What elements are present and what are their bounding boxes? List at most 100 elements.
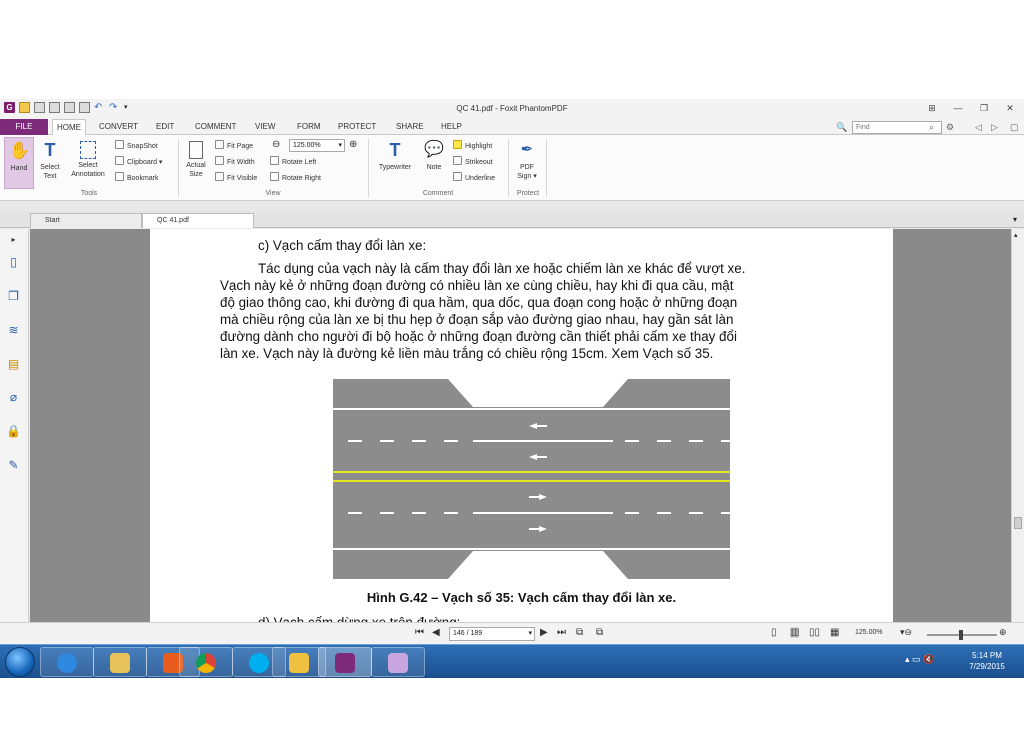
zoom-slider[interactable] bbox=[927, 630, 997, 640]
next-view-icon[interactable]: ⧉ bbox=[596, 627, 603, 638]
vertical-scrollbar[interactable]: ▴ bbox=[1011, 229, 1024, 622]
strikeout-button[interactable]: Strikeout bbox=[453, 156, 493, 168]
taskbar-explorer-button[interactable] bbox=[93, 647, 147, 677]
fit-visible-button[interactable]: Fit Visible bbox=[215, 172, 257, 184]
fit-width-icon bbox=[215, 156, 224, 165]
tab-list-dropdown-icon[interactable]: ▾ bbox=[1013, 215, 1017, 224]
zoom-level[interactable]: 125.00% bbox=[855, 629, 883, 636]
note-button[interactable]: 💬 Note bbox=[420, 137, 448, 172]
hand-button[interactable]: ✋ Hand bbox=[4, 137, 34, 189]
expand-panel-icon[interactable]: ▸ bbox=[6, 232, 21, 247]
tab-help[interactable]: HELP bbox=[441, 119, 462, 135]
tab-share[interactable]: SHARE bbox=[396, 119, 424, 135]
tray-icons[interactable]: ▴ ▭ 🔇 bbox=[905, 654, 934, 665]
previous-view-icon[interactable]: ⧉ bbox=[576, 627, 583, 638]
underline-button[interactable]: Underline bbox=[453, 172, 495, 184]
back-arrow-icon[interactable]: ◁ bbox=[975, 122, 982, 133]
system-clock[interactable]: 5:14 PM 7/29/2015 bbox=[962, 650, 1012, 672]
scroll-thumb[interactable] bbox=[1014, 517, 1022, 529]
ribbon-display-button[interactable]: ⊞ bbox=[922, 101, 942, 115]
comments-icon[interactable]: ▤ bbox=[6, 357, 21, 372]
select-annotation-icon bbox=[80, 141, 96, 159]
typewriter-button[interactable]: T Typewriter bbox=[373, 137, 417, 172]
first-page-icon[interactable]: ⏮ bbox=[415, 627, 424, 638]
scroll-up-icon[interactable]: ▴ bbox=[1014, 231, 1018, 239]
paragraph-line: làn xe. Vạch này là đường kẻ liền màu tr… bbox=[220, 346, 714, 361]
collapse-ribbon-icon[interactable]: ▢ bbox=[1010, 122, 1019, 133]
zoom-slider-thumb[interactable] bbox=[959, 630, 963, 640]
clipboard-button[interactable]: Clipboard ▾ bbox=[115, 156, 162, 168]
search-folder-icon[interactable]: 🔍 bbox=[836, 122, 847, 133]
ribbon: ✋ Hand T Select Text Select Annotation S… bbox=[0, 135, 1024, 201]
zoom-out-icon[interactable]: ⊖ bbox=[272, 139, 280, 151]
zoom-in-icon[interactable]: ⊕ bbox=[349, 139, 357, 151]
tab-view[interactable]: VIEW bbox=[255, 119, 275, 135]
mail-icon bbox=[289, 653, 309, 673]
tab-form[interactable]: FORM bbox=[297, 119, 321, 135]
section-heading: c) Vạch cấm thay đổi làn xe: bbox=[258, 238, 427, 253]
continuous-facing-icon[interactable]: ▦ bbox=[830, 627, 839, 638]
lock-icon[interactable]: 🔒 bbox=[6, 424, 21, 439]
paragraph-line: độ giao thông cao, khi đường đi qua hầm,… bbox=[220, 295, 738, 310]
page-number-input[interactable]: 146 / 189 ▾ bbox=[449, 627, 535, 641]
next-page-icon[interactable]: ▶ bbox=[540, 627, 548, 638]
attachment-icon[interactable]: ⌀ bbox=[6, 390, 21, 405]
zoom-dropdown-icon[interactable]: ▾⊖ bbox=[900, 627, 912, 638]
start-button[interactable] bbox=[5, 647, 35, 677]
actual-size-button[interactable]: Actual Size bbox=[182, 137, 210, 179]
tab-protect[interactable]: PROTECT bbox=[338, 119, 376, 135]
bookmark-button[interactable]: Bookmark bbox=[115, 172, 159, 184]
facing-page-icon[interactable]: ▯▯ bbox=[809, 627, 820, 638]
clipboard-icon bbox=[115, 156, 124, 165]
tab-comment[interactable]: COMMENT bbox=[195, 119, 236, 135]
window-title: QC 41.pdf - Foxit PhantomPDF bbox=[456, 104, 568, 113]
tab-file[interactable]: FILE bbox=[0, 119, 48, 135]
taskbar-ie-button[interactable] bbox=[40, 647, 94, 677]
rotate-right-button[interactable]: Rotate Right bbox=[270, 172, 321, 184]
tab-home[interactable]: HOME bbox=[52, 119, 86, 136]
stack-icon[interactable]: ≋ bbox=[6, 323, 21, 338]
tab-qc41-pdf[interactable]: QC 41.pdf bbox=[142, 213, 254, 228]
zoom-plus-icon[interactable]: ⊕ bbox=[999, 627, 1007, 638]
paragraph-line: đường dành cho người đi bộ hoặc ở những … bbox=[220, 329, 737, 344]
fit-page-icon bbox=[215, 140, 224, 149]
next-section-heading: d) Vạch cấm dừng xe trên đường: bbox=[258, 614, 848, 622]
tab-start[interactable]: Start bbox=[30, 213, 142, 228]
document-viewer[interactable]: c) Vạch cấm thay đổi làn xe: Tác dụng củ… bbox=[30, 229, 1011, 622]
rotate-left-button[interactable]: Rotate Left bbox=[270, 156, 316, 168]
select-text-button[interactable]: T Select Text bbox=[36, 137, 64, 181]
view-group-label: View bbox=[265, 190, 281, 197]
tab-edit[interactable]: EDIT bbox=[156, 119, 174, 135]
gear-icon[interactable]: ⚙ bbox=[946, 122, 954, 133]
last-page-icon[interactable]: ⏭ bbox=[557, 627, 566, 638]
rotate-right-icon bbox=[270, 172, 279, 181]
close-button[interactable]: ✕ bbox=[1000, 101, 1020, 115]
highlight-button[interactable]: Highlight bbox=[453, 140, 492, 152]
single-page-icon[interactable]: ▯ bbox=[771, 627, 777, 638]
continuous-page-icon[interactable]: ▥ bbox=[790, 627, 800, 638]
forward-arrow-icon[interactable]: ▷ bbox=[991, 122, 998, 133]
select-annotation-button[interactable]: Select Annotation bbox=[67, 137, 109, 179]
protect-group-label: Protect bbox=[516, 190, 540, 197]
separator bbox=[178, 139, 179, 197]
window-controls: ⊞ — ❐ ✕ bbox=[922, 101, 1020, 115]
status-bar: ⏮ ◀ 146 / 189 ▾ ▶ ⏭ ⧉ ⧉ ▯ ▥ ▯▯ ▦ 125.00% … bbox=[0, 622, 1024, 644]
snapshot-button[interactable]: SnapShot bbox=[115, 140, 158, 152]
tab-convert[interactable]: CONVERT bbox=[99, 119, 138, 135]
taskbar-paint-button[interactable] bbox=[371, 647, 425, 677]
signature-icon[interactable]: ✎ bbox=[6, 458, 21, 473]
paragraph-line: Tác dụng của vạch này là cấm thay đổi là… bbox=[258, 261, 746, 276]
fit-width-button[interactable]: Fit Width bbox=[215, 156, 255, 168]
search-icon[interactable]: ⌕ bbox=[929, 122, 934, 133]
taskbar-foxit-button[interactable] bbox=[318, 647, 372, 677]
minimize-button[interactable]: — bbox=[948, 101, 968, 115]
layers-icon[interactable]: ❐ bbox=[6, 289, 21, 304]
internet-explorer-icon bbox=[57, 653, 77, 673]
taskbar-chrome-button[interactable] bbox=[179, 647, 233, 677]
fit-page-button[interactable]: Fit Page bbox=[215, 140, 253, 152]
previous-page-icon[interactable]: ◀ bbox=[432, 627, 440, 638]
maximize-button[interactable]: ❐ bbox=[974, 101, 994, 115]
pdf-sign-button[interactable]: ✒ PDF Sign ▾ bbox=[512, 137, 542, 181]
zoom-select[interactable]: 125.00% ▾ bbox=[289, 139, 345, 152]
pages-icon[interactable]: ▯ bbox=[6, 255, 21, 270]
